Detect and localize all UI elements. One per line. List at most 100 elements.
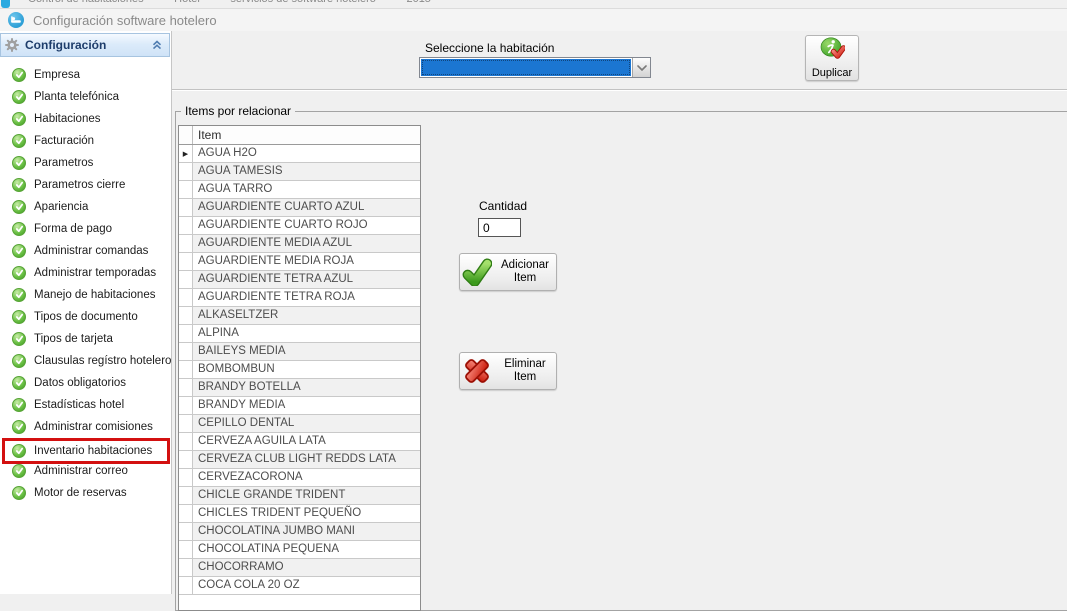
grid-column-header[interactable]: Item (193, 126, 420, 144)
row-selector-cell[interactable] (179, 289, 193, 306)
row-selector-cell[interactable] (179, 163, 193, 180)
item-row[interactable]: ALPINA (179, 325, 420, 343)
quantity-input[interactable] (478, 218, 521, 237)
sidebar-item-administrar-comisiones[interactable]: Administrar comisiones (3, 416, 167, 438)
item-row[interactable]: COCA COLA 20 OZ (179, 577, 420, 595)
sidebar-item-label: Tipos de tarjeta (34, 333, 113, 345)
item-row[interactable]: BAILEYS MEDIA (179, 343, 420, 361)
item-row[interactable]: AGUARDIENTE CUARTO AZUL (179, 199, 420, 217)
sidebar-item-estad-sticas-hotel[interactable]: Estadísticas hotel (3, 394, 167, 416)
sidebar-item-clausulas-reg-stro-hotelero[interactable]: Clausulas regístro hotelero (3, 350, 167, 372)
sidebar-item-habitaciones[interactable]: Habitaciones (3, 108, 167, 130)
row-selector-cell[interactable] (179, 271, 193, 288)
item-row[interactable]: AGUARDIENTE TETRA ROJA (179, 289, 420, 307)
room-selector-combobox[interactable] (419, 57, 651, 78)
item-row[interactable]: ▶AGUA H2O (179, 145, 420, 163)
sidebar-header-label: Configuración (25, 38, 149, 52)
row-selector-cell[interactable] (179, 397, 193, 414)
background-window-title: Control de habitaciones Hotel servicios … (28, 0, 1067, 5)
sidebar-item-label: Inventario habitaciones (34, 445, 152, 457)
sidebar-item-manejo-de-habitaciones[interactable]: Manejo de habitaciones (3, 284, 167, 306)
row-selector-cell[interactable] (179, 559, 193, 576)
item-row[interactable]: CERVEZACORONA (179, 469, 420, 487)
item-row[interactable]: CHOCOLATINA PEQUENA (179, 541, 420, 559)
item-row[interactable]: AGUA TARRO (179, 181, 420, 199)
grid-body: ▶AGUA H2OAGUA TAMESISAGUA TARROAGUARDIEN… (179, 145, 420, 595)
row-selector-cell[interactable] (179, 379, 193, 396)
sidebar-item-administrar-correo[interactable]: Administrar correo (3, 460, 167, 482)
item-name: CHOCOLATINA PEQUENA (193, 541, 420, 558)
row-selector-cell[interactable] (179, 577, 193, 594)
item-row[interactable]: AGUARDIENTE TETRA AZUL (179, 271, 420, 289)
duplicate-button[interactable]: Duplicar (805, 35, 859, 81)
sidebar-item-label: Administrar temporadas (34, 267, 156, 279)
delete-item-button[interactable]: EliminarItem (459, 352, 557, 390)
row-selector-cell[interactable] (179, 307, 193, 324)
item-row[interactable]: CEPILLO DENTAL (179, 415, 420, 433)
row-selector-cell[interactable] (179, 253, 193, 270)
row-selector-cell[interactable] (179, 181, 193, 198)
row-selector-cell[interactable] (179, 217, 193, 234)
row-selector-cell[interactable] (179, 433, 193, 450)
sidebar-item-planta-telef-nica[interactable]: Planta telefónica (3, 86, 167, 108)
sidebar-item-empresa[interactable]: Empresa (3, 64, 167, 86)
item-row[interactable]: CHOCOLATINA JUMBO MANI (179, 523, 420, 541)
sidebar-item-tipos-de-documento[interactable]: Tipos de documento (3, 306, 167, 328)
item-row[interactable]: CERVEZA AGUILA LATA (179, 433, 420, 451)
collapse-chevron-icon[interactable] (149, 37, 165, 53)
row-selector-cell[interactable] (179, 343, 193, 360)
item-row[interactable]: CHICLES TRIDENT PEQUEÑO (179, 505, 420, 523)
row-selector-cell[interactable] (179, 469, 193, 486)
item-name: CHICLES TRIDENT PEQUEÑO (193, 505, 420, 522)
row-selector-cell[interactable] (179, 487, 193, 504)
item-row[interactable]: CHICLE GRANDE TRIDENT (179, 487, 420, 505)
row-selector-cell[interactable] (179, 361, 193, 378)
row-selector-marker-icon[interactable]: ▶ (179, 145, 193, 162)
sidebar-item-label: Motor de reservas (34, 487, 127, 499)
sidebar-item-motor-de-reservas[interactable]: Motor de reservas (3, 482, 167, 504)
window-title: Configuración software hotelero (33, 13, 217, 28)
room-selector-selection[interactable] (421, 59, 631, 76)
combobox-dropdown-button[interactable] (632, 58, 650, 77)
item-row[interactable]: AGUARDIENTE MEDIA AZUL (179, 235, 420, 253)
sidebar-item-parametros-cierre[interactable]: Parametros cierre (3, 174, 167, 196)
sidebar-item-administrar-temporadas[interactable]: Administrar temporadas (3, 262, 167, 284)
item-name: CHOCORRAMO (193, 559, 420, 576)
item-name: CHOCOLATINA JUMBO MANI (193, 523, 420, 540)
row-selector-cell[interactable] (179, 325, 193, 342)
sidebar: Configuración EmpresaPlanta telefónicaHa… (0, 31, 172, 594)
row-selector-cell[interactable] (179, 505, 193, 522)
sidebar-item-facturaci-n[interactable]: Facturación (3, 130, 167, 152)
item-row[interactable]: CHOCORRAMO (179, 559, 420, 577)
check-circle-icon (12, 288, 26, 302)
item-row[interactable]: BRANDY BOTELLA (179, 379, 420, 397)
row-selector-cell[interactable] (179, 415, 193, 432)
item-row[interactable]: AGUARDIENTE MEDIA ROJA (179, 253, 420, 271)
item-row[interactable]: AGUA TAMESIS (179, 163, 420, 181)
item-row[interactable]: ALKASELTZER (179, 307, 420, 325)
sidebar-item-tipos-de-tarjeta[interactable]: Tipos de tarjeta (3, 328, 167, 350)
row-selector-cell[interactable] (179, 523, 193, 540)
item-row[interactable]: CERVEZA CLUB LIGHT REDDS LATA (179, 451, 420, 469)
check-circle-icon (12, 134, 26, 148)
item-name: CHICLE GRANDE TRIDENT (193, 487, 420, 504)
sidebar-item-label: Forma de pago (34, 223, 112, 235)
item-name: AGUARDIENTE CUARTO AZUL (193, 199, 420, 216)
sidebar-item-administrar-comandas[interactable]: Administrar comandas (3, 240, 167, 262)
row-selector-cell[interactable] (179, 235, 193, 252)
item-row[interactable]: AGUARDIENTE CUARTO ROJO (179, 217, 420, 235)
sidebar-item-label: Administrar comisiones (34, 421, 153, 433)
row-selector-cell[interactable] (179, 199, 193, 216)
item-row[interactable]: BRANDY MEDIA (179, 397, 420, 415)
sidebar-item-forma-de-pago[interactable]: Forma de pago (3, 218, 167, 240)
sidebar-item-apariencia[interactable]: Apariencia (3, 196, 167, 218)
check-circle-icon (12, 244, 26, 258)
hotel-app-icon (8, 12, 24, 28)
chevron-down-icon (637, 65, 647, 71)
sidebar-item-datos-obligatorios[interactable]: Datos obligatorios (3, 372, 167, 394)
item-row[interactable]: BOMBOMBUN (179, 361, 420, 379)
sidebar-item-parametros[interactable]: Parametros (3, 152, 167, 174)
add-item-button[interactable]: AdicionarItem (459, 253, 557, 291)
row-selector-cell[interactable] (179, 451, 193, 468)
row-selector-cell[interactable] (179, 541, 193, 558)
